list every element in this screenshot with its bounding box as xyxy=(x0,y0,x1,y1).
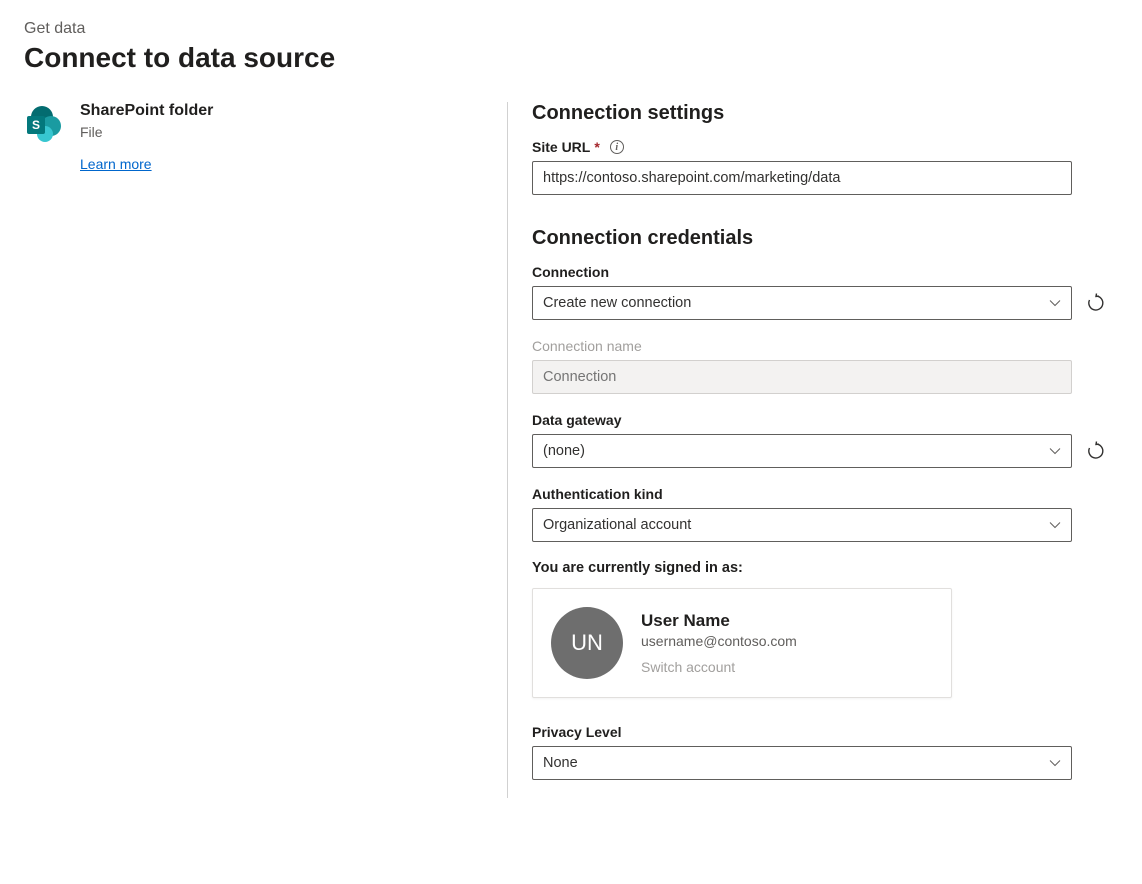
auth-kind-select-value: Organizational account xyxy=(543,517,691,533)
breadcrumb: Get data xyxy=(24,20,1118,38)
chevron-down-icon xyxy=(1049,757,1061,769)
privacy-level-select-value: None xyxy=(543,755,578,771)
user-name: User Name xyxy=(641,611,797,631)
page-title: Connect to data source xyxy=(24,42,1118,74)
source-title: SharePoint folder xyxy=(80,102,213,120)
switch-account-link[interactable]: Switch account xyxy=(641,659,797,675)
learn-more-link[interactable]: Learn more xyxy=(80,156,152,172)
user-card: UN User Name username@contoso.com Switch… xyxy=(532,588,952,698)
refresh-icon[interactable] xyxy=(1086,293,1106,313)
settings-panel: Connection settings Site URL * i Connect… xyxy=(507,102,1118,798)
signed-in-label: You are currently signed in as: xyxy=(532,560,1106,576)
privacy-level-select[interactable]: None xyxy=(532,746,1072,780)
site-url-label: Site URL * i xyxy=(532,139,1106,155)
page-header: Get data Connect to data source xyxy=(24,20,1118,74)
chevron-down-icon xyxy=(1049,445,1061,457)
connection-credentials-heading: Connection credentials xyxy=(532,227,1106,250)
auth-kind-label: Authentication kind xyxy=(532,486,1106,502)
refresh-icon[interactable] xyxy=(1086,441,1106,461)
connection-label: Connection xyxy=(532,264,1106,280)
info-icon[interactable]: i xyxy=(610,140,624,154)
chevron-down-icon xyxy=(1049,519,1061,531)
auth-kind-select[interactable]: Organizational account xyxy=(532,508,1072,542)
avatar: UN xyxy=(551,607,623,679)
data-gateway-label: Data gateway xyxy=(532,412,1106,428)
connection-select[interactable]: Create new connection xyxy=(532,286,1072,320)
user-email: username@contoso.com xyxy=(641,633,797,649)
data-gateway-select[interactable]: (none) xyxy=(532,434,1072,468)
svg-text:S: S xyxy=(32,118,40,132)
chevron-down-icon xyxy=(1049,297,1061,309)
connection-name-label: Connection name xyxy=(532,338,1106,354)
required-indicator: * xyxy=(594,139,599,155)
site-url-input[interactable] xyxy=(532,161,1072,195)
privacy-level-label: Privacy Level xyxy=(532,724,1106,740)
source-subtitle: File xyxy=(80,124,213,140)
data-gateway-select-value: (none) xyxy=(543,443,585,459)
source-panel: S SharePoint folder File Learn more xyxy=(24,102,507,798)
connection-select-value: Create new connection xyxy=(543,295,691,311)
connection-settings-heading: Connection settings xyxy=(532,102,1106,125)
sharepoint-icon: S xyxy=(24,104,64,144)
connection-name-input xyxy=(532,360,1072,394)
